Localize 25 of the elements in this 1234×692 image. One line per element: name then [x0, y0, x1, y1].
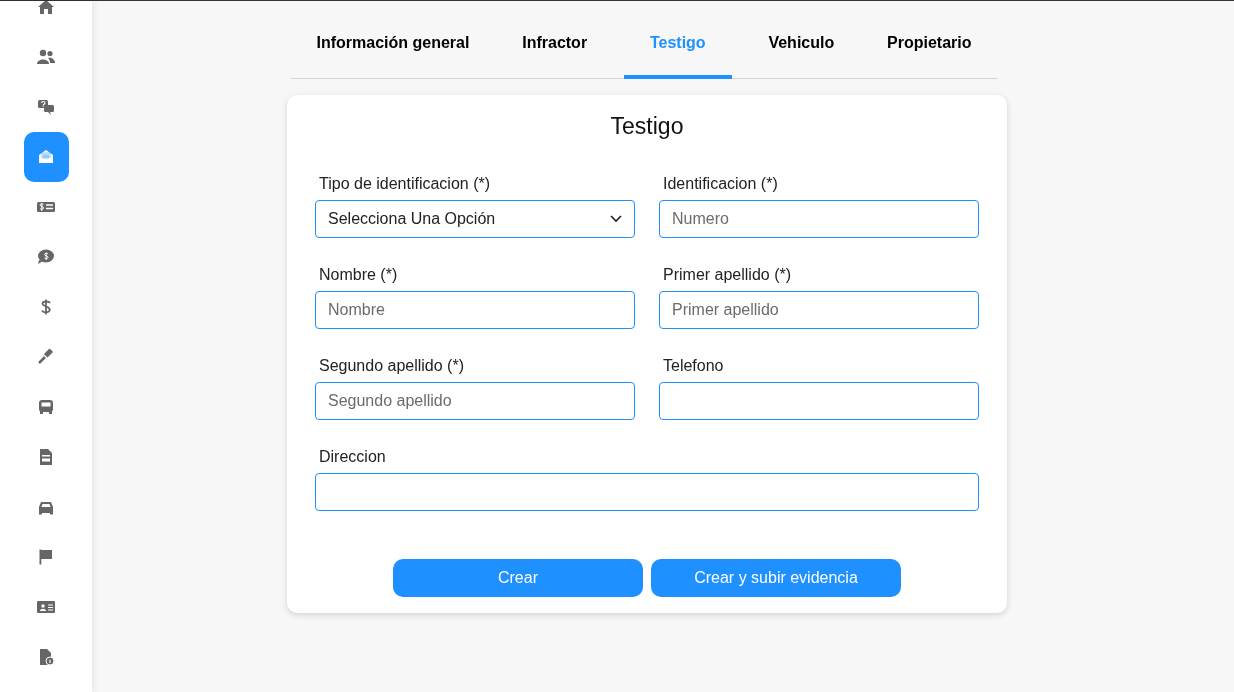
input-field[interactable]: Nombre — [315, 290, 635, 329]
input-field[interactable]: Numero — [659, 199, 979, 238]
tab[interactable]: Propietario — [871, 15, 988, 79]
field-label: Identificacion (*) — [663, 173, 779, 194]
bus-icon — [36, 397, 56, 417]
field-label: Primer apellido (*) — [663, 264, 793, 285]
input-field[interactable] — [315, 472, 979, 511]
input-field[interactable]: Primer apellido — [659, 290, 979, 329]
input-field[interactable]: Segundo apellido — [315, 381, 635, 420]
tab[interactable]: Vehiculo — [752, 15, 851, 79]
tab[interactable]: Infractor — [506, 15, 604, 79]
home-icon — [36, 1, 56, 17]
input-field[interactable] — [659, 381, 979, 420]
sidebar-item[interactable] — [23, 132, 69, 182]
field-label: Direccion — [319, 446, 387, 467]
field-label: Telefono — [663, 355, 725, 376]
money-chat-icon — [36, 247, 56, 267]
select-field[interactable]: Selecciona Una Opción — [315, 199, 635, 238]
chevron-down-icon — [610, 214, 622, 223]
tab[interactable]: Información general — [300, 15, 486, 79]
users-icon — [36, 47, 56, 67]
field-label: Segundo apellido (*) — [319, 355, 465, 376]
form-title: Testigo — [609, 112, 685, 141]
field-label: Tipo de identificacion (*) — [319, 173, 492, 194]
field-label: Nombre (*) — [319, 264, 399, 285]
